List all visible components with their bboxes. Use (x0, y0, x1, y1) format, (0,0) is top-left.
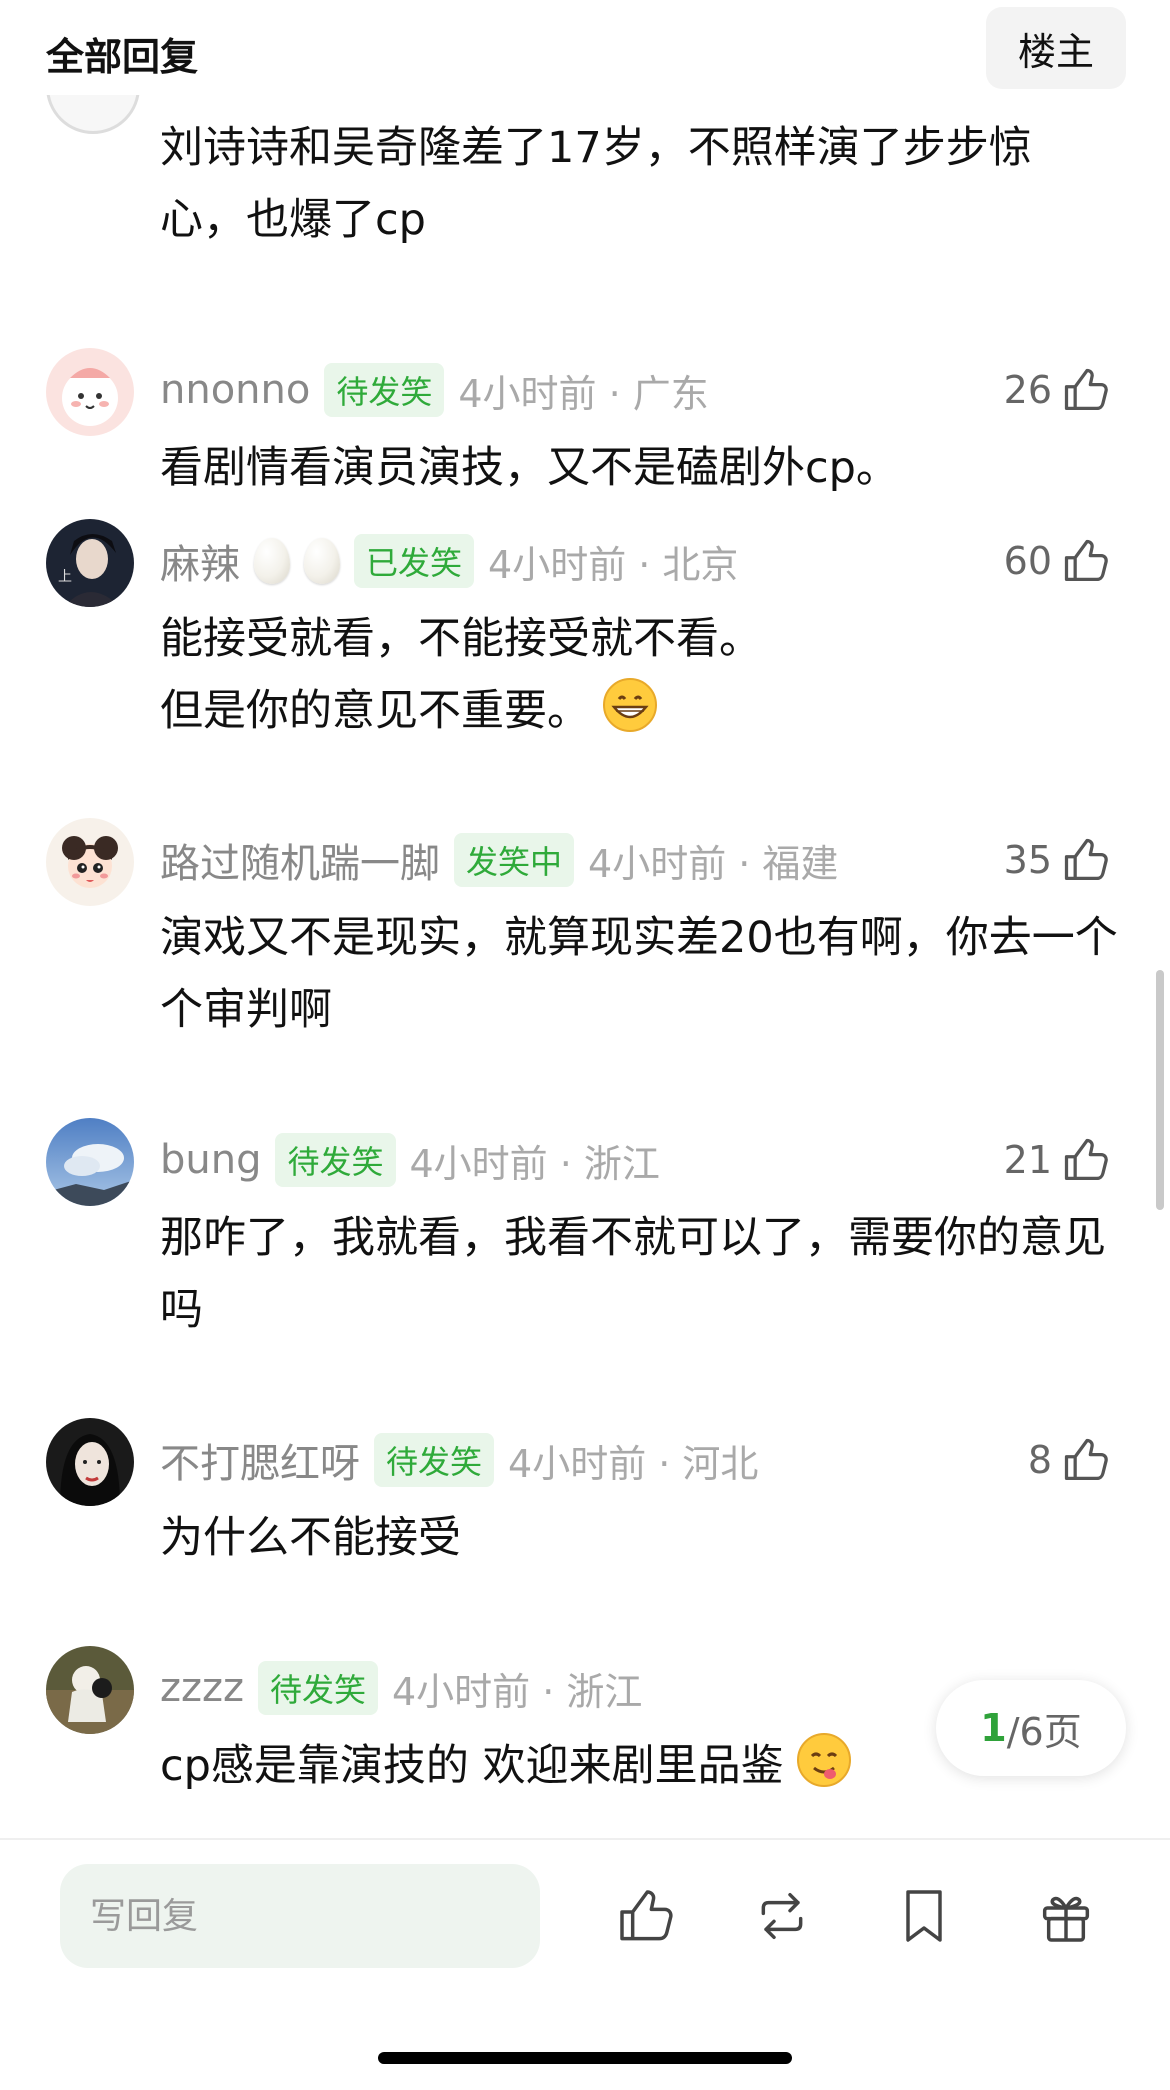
scrollbar[interactable] (1156, 970, 1164, 1210)
status-badge: 待发笑 (257, 1661, 378, 1715)
like-button[interactable]: 60 (1004, 531, 1112, 591)
username[interactable]: 不打腮红呀 (160, 1431, 360, 1489)
like-button[interactable]: 26 (1004, 360, 1112, 420)
comment-line-text: 但是你的意见不重要。 (160, 686, 590, 736)
comment-line: 为什么不能接受 (160, 1513, 461, 1563)
thumbs-up-icon (1064, 838, 1108, 881)
comment-line: 演戏又不是现实，就算现实差20也有啊，你去一个个审判啊 (160, 913, 1118, 1035)
thumbs-up-icon (1064, 1138, 1108, 1181)
username[interactable]: nnonno (160, 367, 310, 413)
like-count: 35 (1003, 838, 1052, 882)
username[interactable]: 麻辣 (160, 532, 240, 590)
comment-line: 看剧情看演员演技，又不是磕剧外cp。 (160, 443, 899, 493)
timestamp-location: 4小时前 · 广东 (458, 371, 709, 416)
avatar[interactable] (46, 1118, 134, 1206)
owner-filter-button[interactable]: 楼主 (986, 7, 1126, 89)
current-page: 1 (980, 1706, 1007, 1750)
yum-emoji-icon (796, 1733, 851, 1787)
avatar[interactable] (46, 818, 134, 906)
like-button[interactable]: 8 (1028, 1430, 1112, 1490)
egg-icon (254, 538, 290, 584)
like-count: 8 (1027, 1438, 1052, 1482)
repost-icon[interactable] (750, 1884, 814, 1948)
timestamp-location: 4小时前 · 河北 (508, 1441, 759, 1486)
comment-text: 看剧情看演员演技，又不是磕剧外cp。 (160, 432, 1120, 504)
status-badge: 待发笑 (275, 1133, 396, 1187)
egg-icon (304, 538, 340, 584)
header: 全部回复 楼主 (0, 0, 1170, 95)
comment-line: 能接受就看，不能接受就不看。 (160, 614, 762, 664)
comment-text: 能接受就看，不能接受就不看。 但是你的意见不重要。 (160, 603, 1120, 747)
pagination-indicator[interactable]: 1 /6页 (936, 1680, 1126, 1776)
like-button[interactable]: 35 (1004, 830, 1112, 890)
comment-meta: 路过随机踹一脚 发笑中 4小时前 · 福建 (160, 830, 838, 890)
comment-text: 演戏又不是现实，就算现实差20也有啊，你去一个个审判啊 (160, 902, 1120, 1046)
svg-text:上: 上 (58, 569, 72, 585)
comment-text: 那咋了，我就看，我看不就可以了，需要你的意见吗 (160, 1202, 1120, 1346)
like-count: 26 (1003, 368, 1052, 412)
comment-meta: 不打腮红呀 待发笑 4小时前 · 河北 (160, 1430, 758, 1490)
comment-text: 为什么不能接受 (160, 1502, 1120, 1574)
thumbs-up-icon (1064, 368, 1108, 411)
status-badge: 待发笑 (374, 1433, 495, 1487)
comment-meta: bung 待发笑 4小时前 · 浙江 (160, 1130, 660, 1190)
username[interactable]: bung (160, 1137, 261, 1183)
timestamp-location: 4小时前 · 福建 (588, 841, 839, 886)
status-badge: 已发笑 (354, 534, 475, 588)
page-title: 全部回复 (46, 35, 199, 79)
avatar[interactable] (46, 348, 134, 436)
timestamp-location: 4小时前 · 浙江 (409, 1141, 660, 1186)
total-pages: /6页 (1006, 1709, 1082, 1754)
comment-meta: nnonno 待发笑 4小时前 · 广东 (160, 360, 709, 420)
comment-meta: 麻辣 已发笑 4小时前 · 北京 (160, 531, 738, 591)
bottom-action-bar (0, 1838, 1170, 2090)
like-button[interactable]: 21 (1004, 1130, 1112, 1190)
comment-line-text: cp感是靠演技的 欢迎来剧里品鉴 (160, 1741, 784, 1791)
comment-meta: zzzz 待发笑 4小时前 · 浙江 (160, 1658, 642, 1718)
home-indicator[interactable] (378, 2052, 792, 2064)
avatar[interactable] (46, 1418, 134, 1506)
username[interactable]: 路过随机踹一脚 (160, 831, 440, 889)
thumbs-up-icon (1064, 1438, 1108, 1481)
comment-text: 刘诗诗和吴奇隆差了17岁，不照样演了步步惊心，也爆了cp (160, 123, 1032, 245)
gift-icon[interactable] (1034, 1884, 1098, 1948)
avatar[interactable]: 上 (46, 519, 134, 607)
reply-input[interactable] (60, 1864, 540, 1968)
thumbs-up-icon (1064, 539, 1108, 582)
status-badge: 发笑中 (454, 833, 575, 887)
grin-emoji-icon (603, 678, 657, 732)
status-badge: 待发笑 (324, 363, 445, 417)
like-count: 21 (1003, 1138, 1052, 1182)
avatar[interactable] (46, 1646, 134, 1734)
like-count: 60 (1003, 539, 1052, 583)
timestamp-location: 4小时前 · 北京 (488, 542, 739, 587)
username[interactable]: zzzz (160, 1665, 244, 1711)
comment-line: 但是你的意见不重要。 (160, 675, 1120, 747)
bookmark-icon[interactable] (892, 1884, 956, 1948)
thumbs-up-icon[interactable] (614, 1884, 678, 1948)
comment-line: 那咋了，我就看，我看不就可以了，需要你的意见吗 (160, 1213, 1106, 1335)
comment-list[interactable]: 刘诗诗和吴奇隆差了17岁，不照样演了步步惊心，也爆了cp nnonno 待发笑 … (0, 0, 1170, 1838)
timestamp-location: 4小时前 · 浙江 (392, 1669, 643, 1714)
